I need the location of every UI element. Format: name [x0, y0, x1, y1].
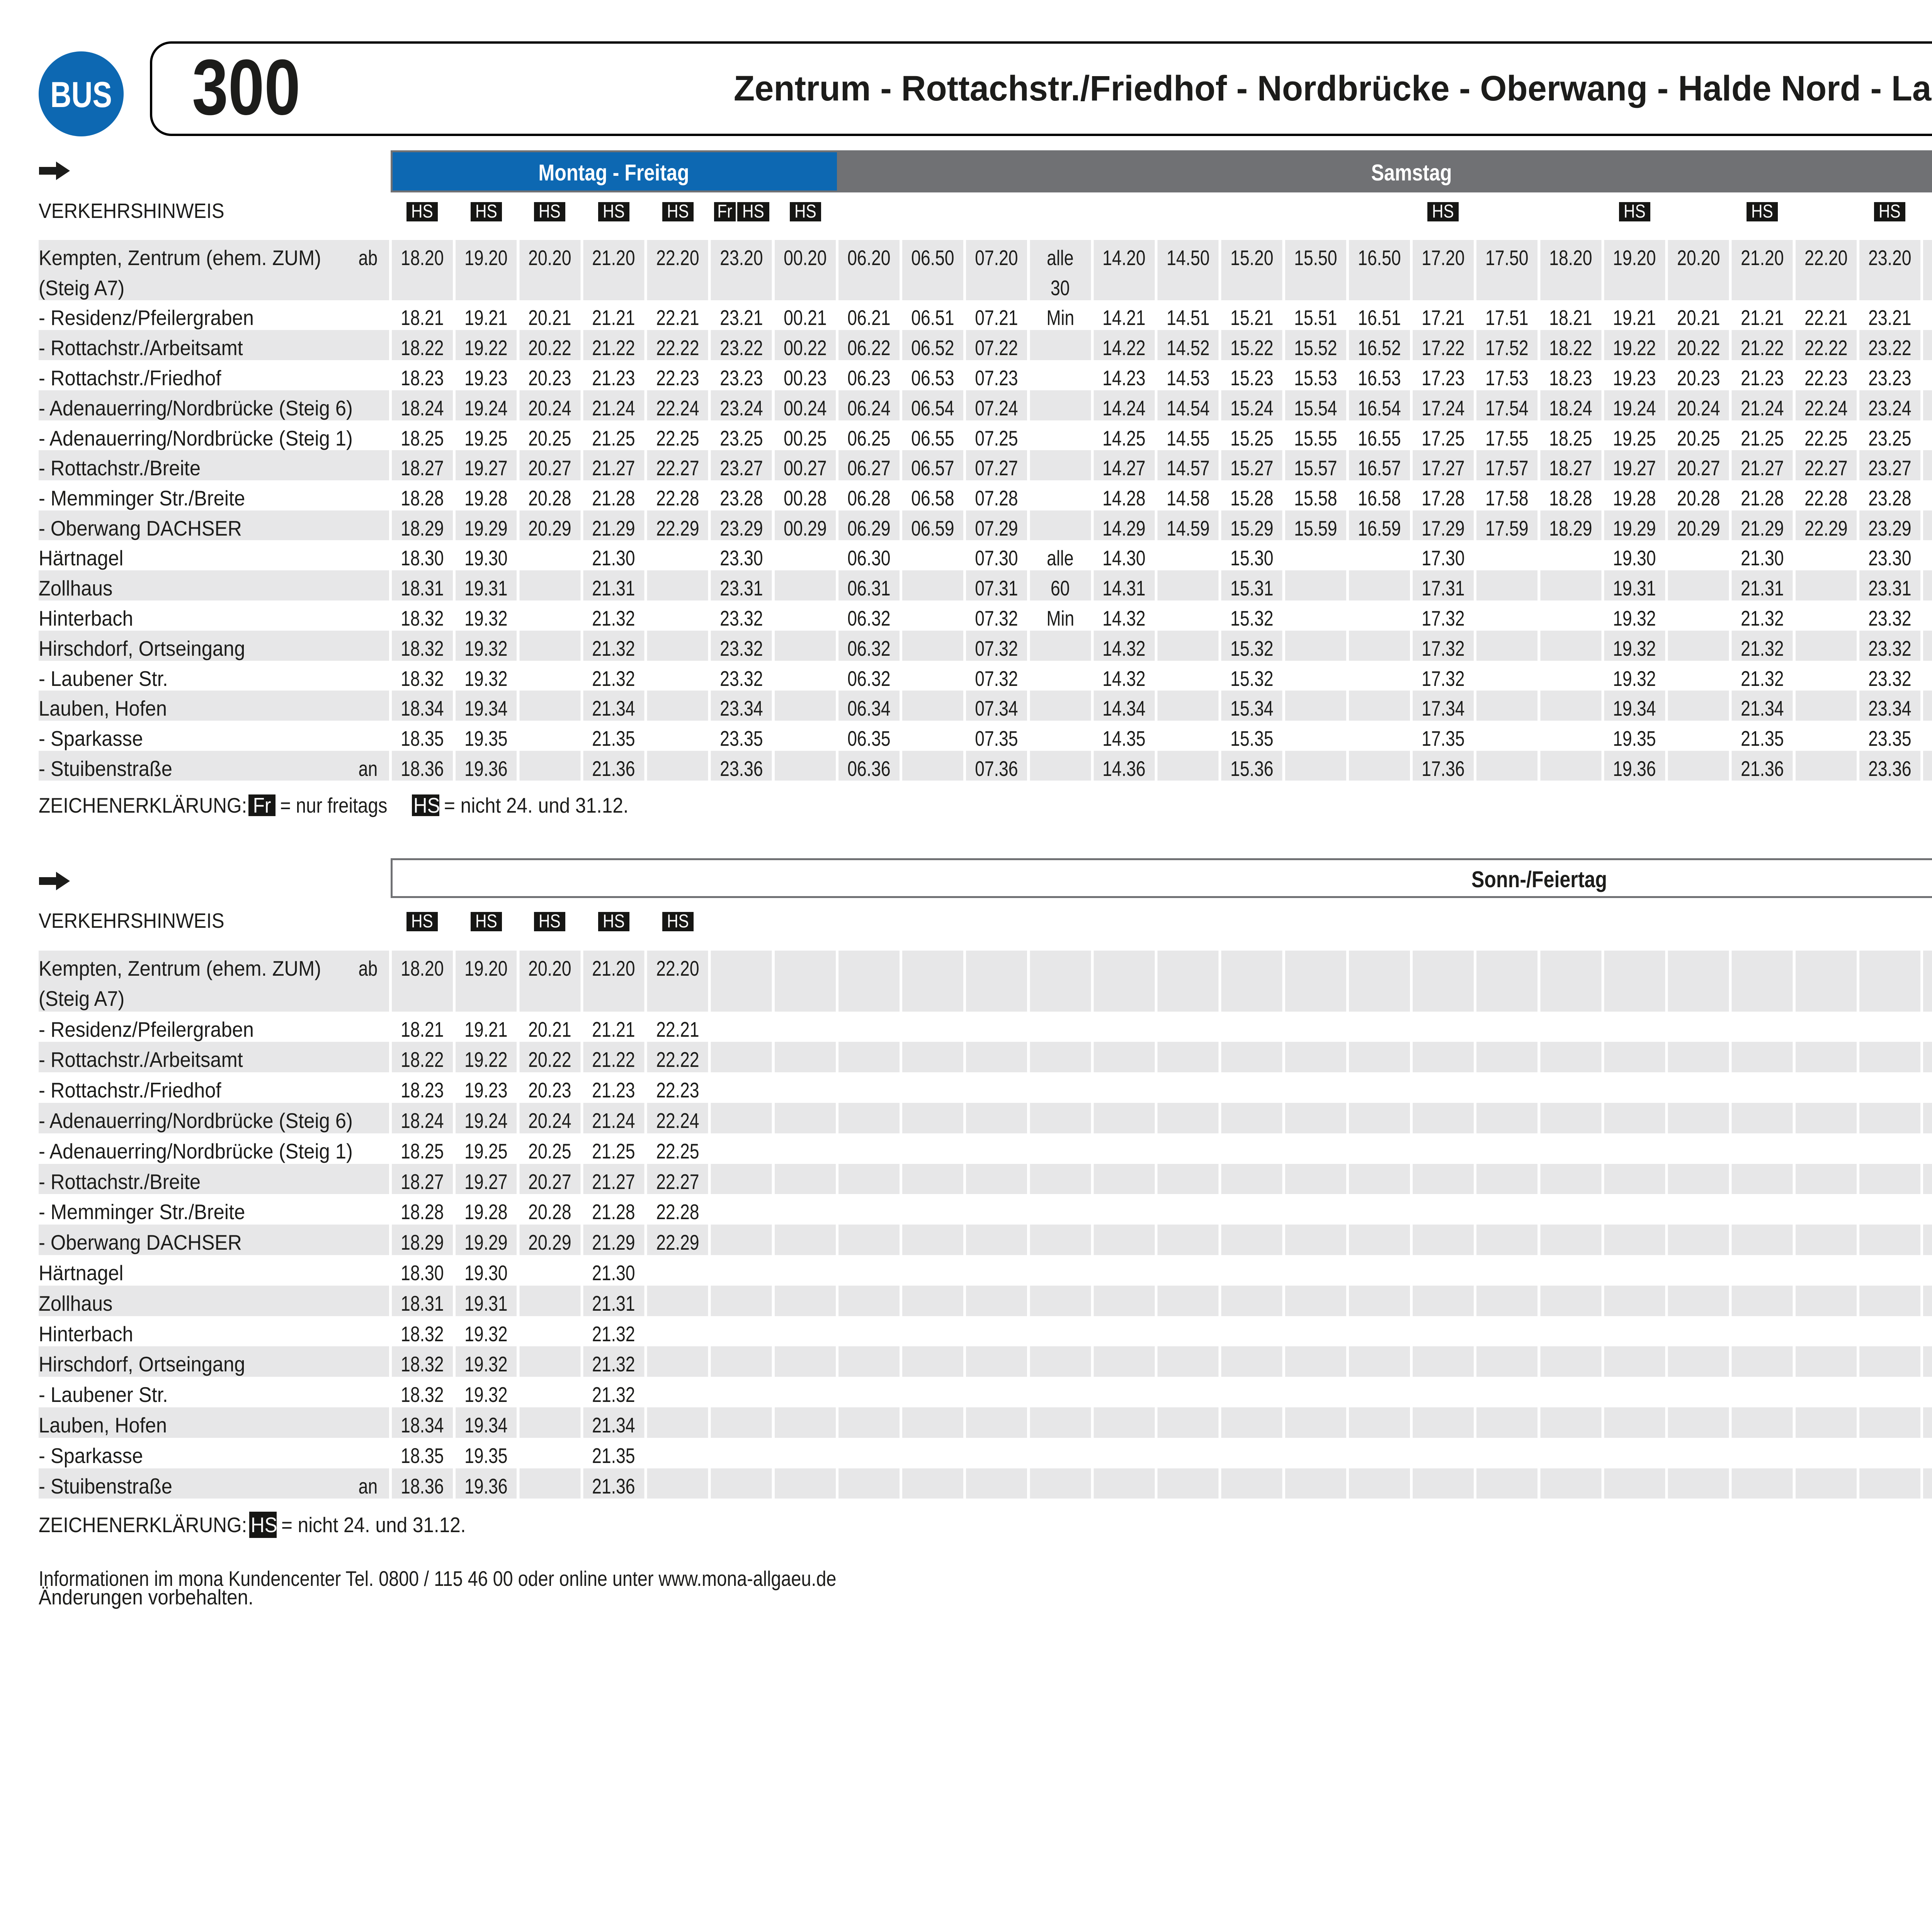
svg-text:BUS: BUS: [50, 75, 112, 115]
